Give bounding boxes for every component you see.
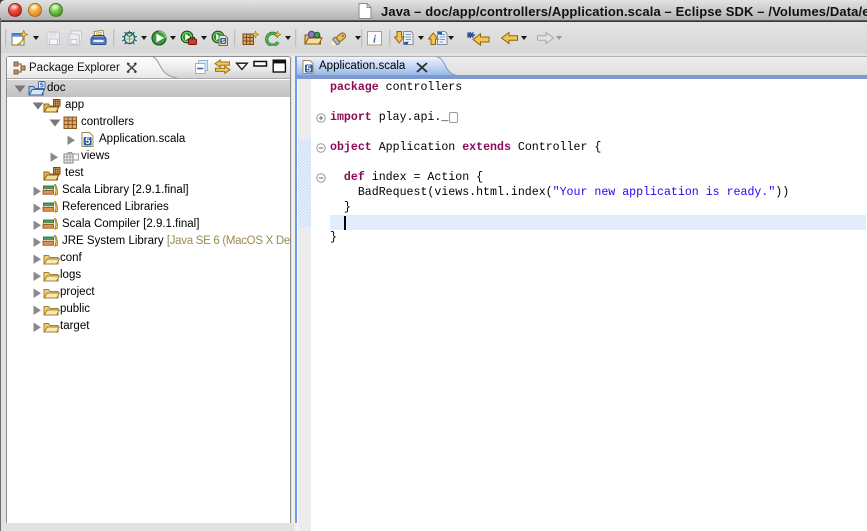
svg-text:5: 5 — [85, 136, 90, 146]
svg-text:5: 5 — [306, 63, 311, 73]
svg-text:5: 5 — [40, 83, 44, 90]
svg-text:S: S — [221, 39, 225, 45]
